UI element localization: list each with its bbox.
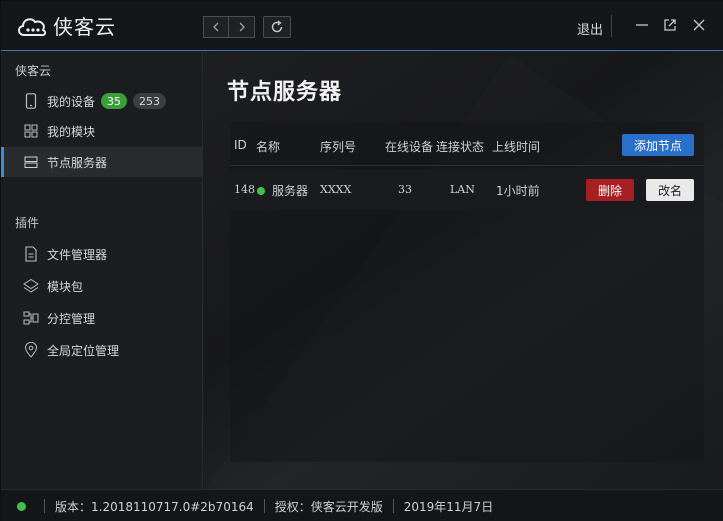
minimize-icon [636, 24, 648, 26]
close-icon [693, 19, 705, 31]
maximize-button[interactable] [662, 17, 678, 33]
sidebar-item-file-manager[interactable]: 文件管理器 [1, 239, 202, 269]
sidebar-item-label: 模块包 [47, 279, 84, 294]
status-bar: 版本：1.2018110717.0#2b70164 授权：侠客云开发版 2019… [1, 489, 723, 521]
sidebar-item-my-modules[interactable]: 我的模块 [1, 116, 202, 146]
cell-status: LAN [450, 183, 475, 196]
sidebar-item-node-servers[interactable]: 节点服务器 [1, 147, 202, 177]
connection-status-icon [17, 501, 26, 511]
refresh-button[interactable] [263, 16, 291, 38]
cell-uptime: 1小时前 [496, 184, 540, 198]
sidebar-item-label: 分控管理 [47, 311, 96, 326]
network-icon [23, 310, 39, 326]
back-button[interactable] [203, 16, 229, 38]
grid-icon [23, 123, 39, 139]
device-total-badge: 253 [133, 93, 167, 109]
refresh-icon [271, 20, 283, 33]
sidebar-item-sub-control[interactable]: 分控管理 [1, 303, 202, 333]
sidebar-item-global-location[interactable]: 全局定位管理 [1, 335, 202, 365]
app-logo: 侠客云 [15, 11, 116, 40]
app-window: 侠客云 退出 侠客云 我的设备 35 253 我的模块 节点服务器 插件 文件管… [0, 0, 723, 521]
logout-link[interactable]: 退出 [577, 19, 603, 38]
titlebar-divider [611, 15, 612, 37]
main-panel: 节点服务器 ID 名称 序列号 在线设备 连接状态 上线时间 添加节点 148 … [204, 52, 723, 489]
sidebar-item-module-packages[interactable]: 模块包 [1, 271, 202, 301]
table-header: ID 名称 序列号 在线设备 连接状态 上线时间 添加节点 [230, 122, 704, 166]
column-header-serial: 序列号 [320, 140, 357, 154]
add-node-button[interactable]: 添加节点 [622, 134, 694, 156]
history-nav [203, 16, 255, 38]
forward-button[interactable] [229, 16, 255, 38]
minimize-button[interactable] [634, 17, 650, 33]
status-divider [44, 499, 45, 513]
license-text: 授权：侠客云开发版 [274, 499, 383, 514]
delete-button[interactable]: 删除 [586, 179, 634, 201]
online-status-icon [257, 187, 265, 195]
sidebar-section-title: 侠客云 [15, 64, 52, 78]
status-divider [392, 499, 394, 513]
plugins-section-title: 插件 [15, 216, 40, 230]
chevron-right-icon [239, 22, 245, 32]
date-text: 2019年11月7日 [403, 499, 494, 514]
column-header-online: 在线设备 [385, 140, 434, 154]
cell-online: 33 [398, 183, 412, 196]
column-header-status: 连接状态 [436, 140, 485, 154]
column-header-id: ID [234, 138, 247, 152]
sidebar-item-label: 我的模块 [47, 124, 96, 139]
sidebar-item-my-devices[interactable]: 我的设备 35 253 [1, 86, 202, 116]
close-button[interactable] [691, 17, 707, 33]
title-bar: 侠客云 退出 [1, 1, 723, 51]
column-header-name: 名称 [256, 140, 281, 154]
status-divider [263, 499, 265, 513]
cell-name: 服务器 [272, 184, 309, 198]
file-icon [23, 246, 39, 262]
node-table: ID 名称 序列号 在线设备 连接状态 上线时间 添加节点 148 服务器 XX… [230, 122, 704, 462]
column-header-uptime: 上线时间 [492, 140, 541, 154]
sidebar-item-label: 全局定位管理 [47, 343, 120, 358]
chevron-left-icon [213, 22, 219, 32]
location-pin-icon [23, 342, 39, 358]
sidebar-item-label: 文件管理器 [47, 247, 108, 262]
cell-serial: XXXX [320, 183, 352, 196]
layers-icon [23, 278, 39, 294]
popout-icon [664, 19, 676, 31]
cloud-logo-icon [18, 17, 47, 36]
server-icon [23, 154, 39, 170]
sidebar: 侠客云 我的设备 35 253 我的模块 节点服务器 插件 文件管理器 模块包 … [1, 52, 203, 489]
sidebar-item-label: 节点服务器 [47, 155, 108, 170]
app-name: 侠客云 [53, 15, 116, 39]
phone-icon [23, 93, 39, 109]
table-row: 148 服务器 XXXX 33 LAN 1小时前 删除 改名 [230, 170, 704, 210]
rename-button[interactable]: 改名 [646, 179, 694, 201]
page-title: 节点服务器 [227, 80, 343, 105]
version-text: 版本：1.2018110717.0#2b70164 [55, 499, 254, 514]
cell-id: 148 [234, 183, 255, 196]
device-count-badge: 35 [101, 93, 128, 109]
sidebar-item-label: 我的设备 [47, 94, 96, 109]
